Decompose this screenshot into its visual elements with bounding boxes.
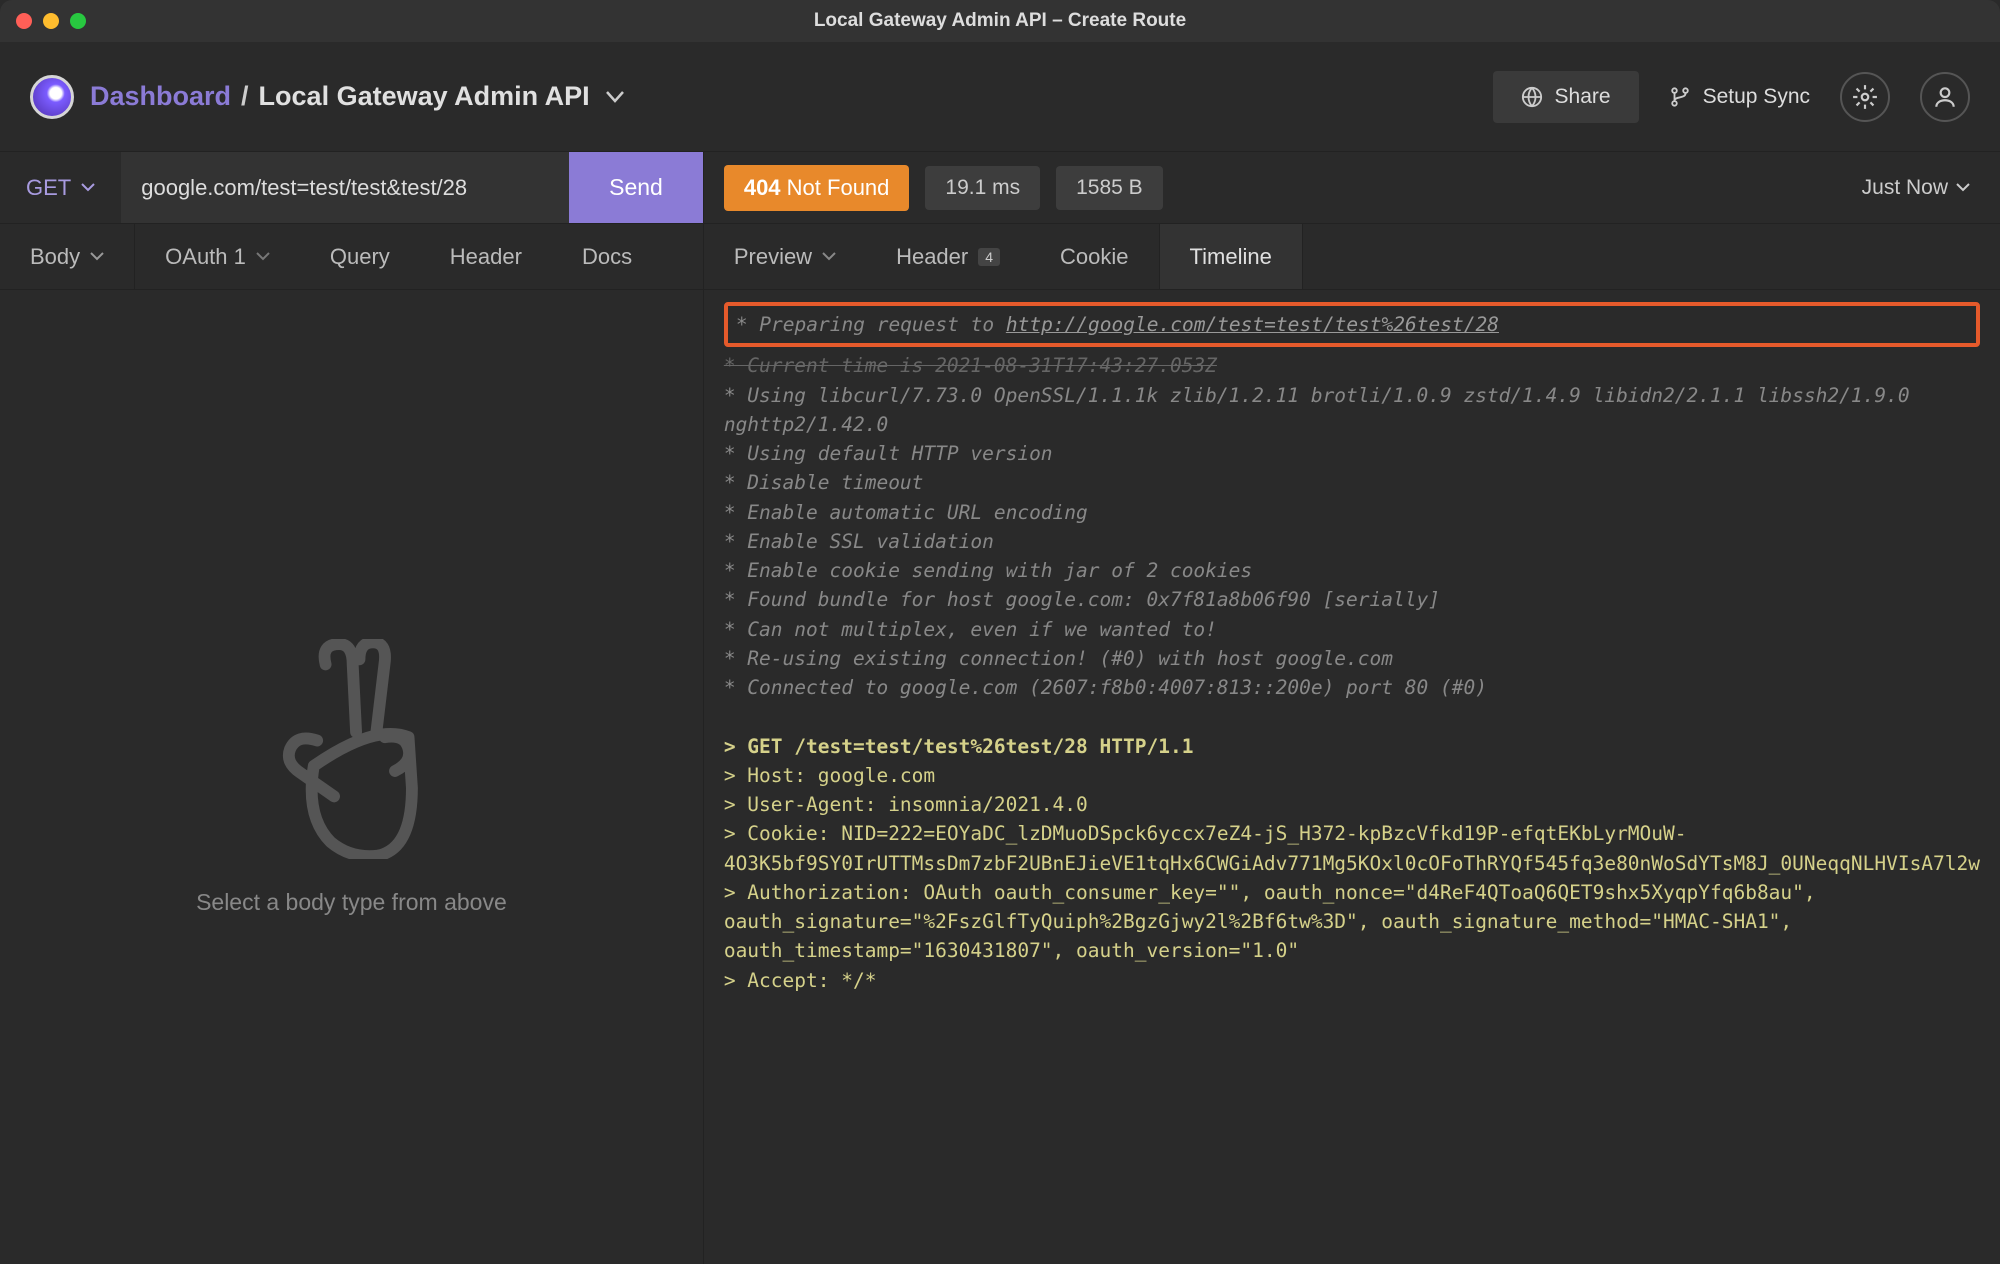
tab-cookie-label: Cookie <box>1060 244 1128 270</box>
chevron-down-icon <box>81 183 95 192</box>
peace-hand-icon <box>266 639 436 859</box>
branch-icon <box>1669 86 1691 108</box>
tab-header[interactable]: Header <box>420 224 552 289</box>
app-logo-icon <box>30 75 74 119</box>
timeline-request-url[interactable]: http://google.com/test=test/test%26test/… <box>1006 313 1499 336</box>
tab-body-label: Body <box>30 244 80 270</box>
tab-query[interactable]: Query <box>300 224 420 289</box>
tab-body[interactable]: Body <box>0 224 135 289</box>
response-history-selector[interactable]: Just Now <box>1862 176 1980 200</box>
minimize-window-button[interactable] <box>43 13 59 29</box>
chevron-down-icon <box>1956 183 1970 192</box>
chevron-down-icon <box>90 252 104 261</box>
breadcrumb-workspace[interactable]: Local Gateway Admin API <box>259 81 590 112</box>
status-code: 404 <box>744 175 781 200</box>
gear-icon <box>1852 84 1878 110</box>
tab-preview[interactable]: Preview <box>704 224 866 289</box>
url-input[interactable] <box>121 152 569 223</box>
header-count-badge: 4 <box>978 248 1000 266</box>
tab-query-label: Query <box>330 244 390 270</box>
send-button[interactable]: Send <box>569 152 703 223</box>
timeline-line-pre: * Preparing request to <box>736 313 1006 336</box>
setup-sync-button[interactable]: Setup Sync <box>1669 85 1810 109</box>
timeline-request-header: > Authorization: OAuth oauth_consumer_ke… <box>724 881 1816 963</box>
account-button[interactable] <box>1920 72 1970 122</box>
tab-response-header[interactable]: Header 4 <box>866 224 1030 289</box>
chevron-down-icon <box>256 252 270 261</box>
request-tabs: Body OAuth 1 Query Header Docs <box>0 224 703 290</box>
timeline-request-header: > Cookie: NID=222=EOYaDC_lzDMuoDSpck6ycc… <box>724 822 1980 874</box>
window-title: Local Gateway Admin API – Create Route <box>814 10 1186 32</box>
tab-timeline-label: Timeline <box>1190 244 1272 270</box>
method-label: GET <box>26 175 71 201</box>
status-text: Not Found <box>787 175 890 200</box>
tab-auth-label: OAuth 1 <box>165 244 246 270</box>
status-badge: 404 Not Found <box>724 165 910 211</box>
timeline-highlighted-line: * Preparing request to http://google.com… <box>724 302 1980 347</box>
sync-label: Setup Sync <box>1703 85 1810 109</box>
tab-docs-label: Docs <box>582 244 632 270</box>
breadcrumb: Dashboard / Local Gateway Admin API <box>90 81 624 112</box>
request-bar: GET Send <box>0 152 703 224</box>
breadcrumb-separator: / <box>241 81 249 112</box>
timeline-line: * Enable cookie sending with jar of 2 co… <box>724 559 1252 582</box>
response-time: 19.1 ms <box>925 166 1040 210</box>
tab-timeline[interactable]: Timeline <box>1159 224 1303 289</box>
breadcrumb-dashboard-link[interactable]: Dashboard <box>90 81 231 112</box>
maximize-window-button[interactable] <box>70 13 86 29</box>
timeline-line: * Disable timeout <box>724 471 924 494</box>
app-header: Dashboard / Local Gateway Admin API Shar… <box>0 42 2000 152</box>
workspace-dropdown-icon[interactable] <box>606 91 624 103</box>
timeline-line: * Using libcurl/7.73.0 OpenSSL/1.1.1k zl… <box>724 384 1910 436</box>
timeline-line: * Enable automatic URL encoding <box>724 501 1088 524</box>
tab-response-header-label: Header <box>896 244 968 270</box>
tab-auth[interactable]: OAuth 1 <box>135 224 300 289</box>
body-empty-state: Select a body type from above <box>0 290 703 1264</box>
timeline-request-header: > Host: google.com <box>724 764 935 787</box>
timeline-line: * Found bundle for host google.com: 0x7f… <box>724 588 1440 611</box>
chevron-down-icon <box>822 252 836 261</box>
response-bar: 404 Not Found 19.1 ms 1585 B Just Now <box>704 152 2000 224</box>
close-window-button[interactable] <box>16 13 32 29</box>
timeline-line: * Enable SSL validation <box>724 530 994 553</box>
timeline-line: * Can not multiplex, even if we wanted t… <box>724 618 1217 641</box>
tab-preview-label: Preview <box>734 244 812 270</box>
response-size: 1585 B <box>1056 166 1163 210</box>
titlebar: Local Gateway Admin API – Create Route <box>0 0 2000 42</box>
response-tabs: Preview Header 4 Cookie Timeline <box>704 224 2000 290</box>
tab-cookie[interactable]: Cookie <box>1030 224 1158 289</box>
share-button[interactable]: Share <box>1493 71 1639 123</box>
timeline-request-header: > User-Agent: insomnia/2021.4.0 <box>724 793 1088 816</box>
tab-docs[interactable]: Docs <box>552 224 662 289</box>
settings-button[interactable] <box>1840 72 1890 122</box>
timeline-line: * Re-using existing connection! (#0) wit… <box>724 647 1393 670</box>
http-method-selector[interactable]: GET <box>0 152 121 223</box>
timeline-line: * Current time is 2021-08-31T17:43:27.05… <box>724 354 1217 377</box>
globe-icon <box>1521 86 1543 108</box>
timeline-line: * Using default HTTP version <box>724 442 1053 465</box>
tab-header-label: Header <box>450 244 522 270</box>
timeline-request-line: > GET /test=test/test%26test/28 HTTP/1.1 <box>724 735 1194 758</box>
timeline-line: * Connected to google.com (2607:f8b0:400… <box>724 676 1487 699</box>
user-icon <box>1932 84 1958 110</box>
response-when: Just Now <box>1862 176 1948 200</box>
timeline-output[interactable]: * Preparing request to http://google.com… <box>704 290 2000 1264</box>
body-hint-text: Select a body type from above <box>196 889 507 916</box>
share-label: Share <box>1555 85 1611 109</box>
timeline-request-header: > Accept: */* <box>724 969 877 992</box>
